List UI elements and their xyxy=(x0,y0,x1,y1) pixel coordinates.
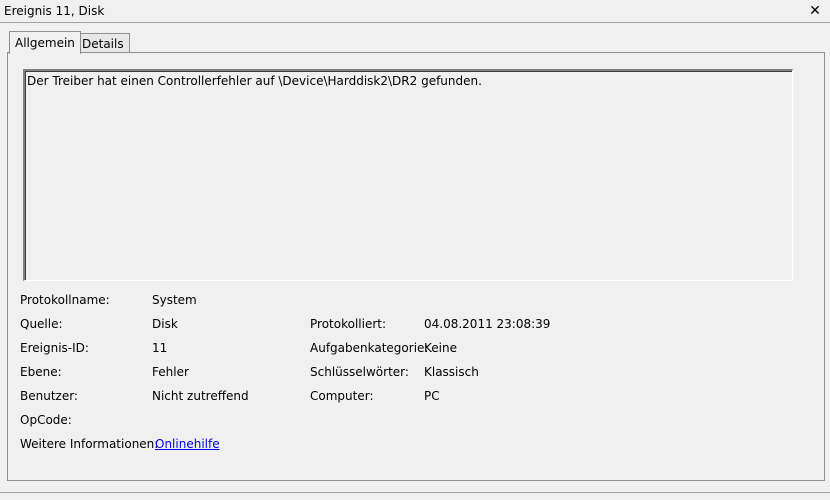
window-title: Ereignis 11, Disk xyxy=(4,4,105,18)
close-icon: ✕ xyxy=(809,3,821,19)
label-aufgabenkategorie: Aufgabenkategorie: xyxy=(310,341,429,355)
close-button[interactable]: ✕ xyxy=(806,1,824,21)
label-weitere-informationen: Weitere Informationen: xyxy=(20,437,159,451)
value-computer: PC xyxy=(424,389,440,403)
label-protokollname: Protokollname: xyxy=(20,293,110,307)
label-ebene: Ebene: xyxy=(20,365,62,379)
label-protokolliert: Protokolliert: xyxy=(310,317,387,331)
label-quelle: Quelle: xyxy=(20,317,63,331)
label-computer: Computer: xyxy=(310,389,374,403)
bottom-divider xyxy=(0,492,830,493)
title-bar: Ereignis 11, Disk ✕ xyxy=(0,0,830,23)
label-benutzer: Benutzer: xyxy=(20,389,78,403)
tab-allgemein[interactable]: Allgemein xyxy=(9,31,81,54)
value-quelle: Disk xyxy=(152,317,178,331)
value-ebene: Fehler xyxy=(152,365,189,379)
tab-panel-general: Der Treiber hat einen Controllerfehler a… xyxy=(7,52,825,481)
value-aufgabenkategorie: Keine xyxy=(424,341,457,355)
value-ereignis-id: 11 xyxy=(152,341,168,355)
online-help-link[interactable]: Onlinehilfe xyxy=(155,437,220,451)
label-schluesselwoerter: Schlüsselwörter: xyxy=(310,365,409,379)
label-ereignis-id: Ereignis-ID: xyxy=(20,341,89,355)
tab-details[interactable]: Details xyxy=(76,33,130,54)
value-schluesselwoerter: Klassisch xyxy=(424,365,479,379)
value-protokolliert: 04.08.2011 23:08:39 xyxy=(424,317,551,331)
value-benutzer: Nicht zutreffend xyxy=(152,389,249,403)
event-description[interactable]: Der Treiber hat einen Controllerfehler a… xyxy=(23,69,793,281)
label-opcode: OpCode: xyxy=(20,413,72,427)
value-protokollname: System xyxy=(152,293,197,307)
